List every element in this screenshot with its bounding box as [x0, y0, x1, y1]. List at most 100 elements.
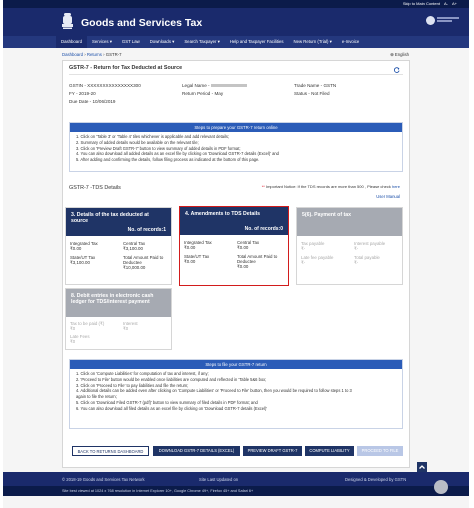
field-value: ₹3,100.00 — [70, 260, 90, 266]
nav-dashboard[interactable]: Dashboard — [56, 36, 88, 48]
field-value: ₹- — [354, 246, 359, 252]
tile-tds-details[interactable]: 3. Details of the tax deducted at source… — [65, 207, 172, 285]
breadcrumb-returns[interactable]: Returns — [87, 52, 102, 57]
important-notice: ** Important Notice: If the TDS records … — [261, 184, 400, 189]
top-utility-bar: Skip to Main Content A- A+ — [3, 0, 469, 8]
gstin-label: GSTIN - — [69, 83, 86, 88]
language-label: English — [394, 52, 409, 57]
field-value: ₹0 — [70, 339, 76, 345]
user-avatar-icon[interactable] — [426, 16, 435, 25]
national-emblem-icon — [62, 13, 73, 29]
tile-payment-of-tax: 5(6). Payment of tax Tax payable ₹- Inter… — [296, 207, 403, 285]
nav-services[interactable]: Services ▾ — [87, 36, 117, 48]
notice-text: Important Notice: If the TDS records are… — [265, 184, 391, 189]
field-label: Interest payable — [354, 241, 386, 246]
font-decrease-button[interactable]: A- — [444, 1, 448, 6]
status-value: Not Filed — [311, 91, 330, 96]
trade-name-label: Trade Name - — [294, 83, 323, 88]
prepare-steps-box: Steps to prepare your GSTR-7 return onli… — [69, 122, 403, 172]
page-title: GSTR-7 - Return for Tax Deducted at Sour… — [69, 65, 183, 71]
tile-title: 5(6). Payment of tax — [302, 212, 352, 218]
return-period-value: May — [214, 91, 224, 96]
proceed-to-file-button: PROCEED TO FILE — [357, 446, 403, 456]
nav-help[interactable]: Help and Taxpayer Facilities — [225, 36, 289, 48]
breadcrumb-separator: › — [103, 52, 105, 57]
tile-title: 8. Debit entries in electronic cash ledg… — [71, 293, 154, 306]
field-label: Total Amount Paid to Deductee — [123, 255, 164, 266]
field-value: ₹0.00 — [184, 259, 196, 265]
user-manual-link[interactable]: User Manual — [376, 194, 400, 199]
chevron-up-icon — [419, 465, 425, 469]
site-header: Goods and Services Tax — [3, 8, 469, 36]
footer-browser-note: Site best viewed at 1024 x 768 resolutio… — [3, 486, 469, 496]
nav-e-invoice[interactable]: e-Invoice — [337, 36, 364, 48]
field-value: ₹3,100.00 — [123, 246, 143, 252]
field-value: ₹0 — [123, 326, 129, 332]
notice-here-link[interactable]: here — [392, 184, 400, 189]
user-name-redacted[interactable] — [437, 17, 459, 23]
breadcrumb-current: GSTR-7 — [105, 52, 122, 57]
status-label: Status - — [294, 91, 310, 96]
field-value: ₹0 — [70, 326, 76, 332]
tds-details-title: GSTR-7 -TDS Details — [69, 185, 121, 191]
file-steps-box: Steps to file your GSTR-7 return 1. Clic… — [69, 359, 403, 429]
back-to-top-button[interactable] — [417, 462, 427, 472]
tile-title: 3. Details of the tax deducted at source — [71, 212, 149, 225]
language-selector[interactable]: ⊕ English — [390, 52, 409, 58]
site-title[interactable]: Goods and Services Tax — [81, 17, 202, 29]
divider — [69, 74, 403, 75]
font-increase-button[interactable]: A+ — [452, 1, 457, 6]
nav-search-taxpayer[interactable]: Search Taxpayer ▾ — [179, 36, 225, 48]
compute-liability-button[interactable]: COMPUTE LIABILITY — [305, 446, 354, 456]
file-step: 6. You can also download all filed detai… — [76, 405, 268, 411]
preview-draft-button[interactable]: PREVIEW DRAFT GSTR-7 — [243, 446, 302, 456]
fy-value: 2019-20 — [78, 91, 96, 96]
prepare-step: 5. After adding and confirming the detai… — [76, 157, 260, 163]
field-value: ₹10,000.00 — [123, 265, 146, 271]
field-value: ₹- — [301, 246, 306, 252]
gstr7-page: Skip to Main Content A- A+ Goods and Ser… — [3, 0, 469, 508]
back-to-dashboard-button[interactable]: BACK TO RETURNS DASHBOARD — [72, 446, 149, 456]
footer: © 2018-19 Goods and Services Tax Network… — [3, 472, 469, 486]
due-date-label: Due Date - — [69, 99, 92, 104]
chat-help-icon[interactable] — [434, 480, 448, 494]
globe-icon: ⊕ — [390, 52, 394, 57]
download-excel-button[interactable]: DOWNLOAD GSTR-7 DETAILS (EXCEL) — [153, 446, 240, 456]
refresh-icon[interactable] — [394, 67, 400, 73]
breadcrumb-separator: › — [84, 52, 86, 57]
breadcrumb: Dashboard › Returns › GSTR-7 — [62, 52, 122, 57]
breadcrumb-row: Dashboard › Returns › GSTR-7 ⊕ English — [3, 50, 469, 59]
trade-name-value: GSTN — [323, 83, 337, 88]
tile-records: No. of records:0 — [244, 226, 283, 232]
field-value: ₹0.00 — [184, 245, 196, 251]
field-value: ₹0.00 — [70, 246, 82, 252]
designed-by-text: Designed & Developed by GSTN — [345, 477, 407, 482]
tile-title: 4. Amendments to TDS Details — [185, 211, 261, 217]
nav-downloads[interactable]: Downloads ▾ — [145, 36, 180, 48]
field-label: Total Amount Paid to Deductee — [237, 254, 278, 265]
file-steps-heading: Steps to file your GSTR-7 return — [70, 360, 402, 369]
breadcrumb-dashboard[interactable]: Dashboard — [62, 52, 83, 57]
field-value: ₹- — [301, 260, 306, 266]
legal-name-redacted — [210, 84, 247, 88]
nav-new-return[interactable]: New Return (Trial) ▾ — [289, 36, 337, 48]
file-step: 4. Additional details can be added even … — [76, 388, 352, 394]
site-updated-text: Site Last Updated on — [199, 477, 239, 482]
prepare-steps-heading: Steps to prepare your GSTR-7 return onli… — [70, 123, 402, 132]
due-date-value: 10/06/2019 — [92, 99, 116, 104]
gstin-value: XXXXXXXXXXXXXXX300 — [87, 83, 141, 88]
field-label: Late fee payable — [301, 255, 334, 260]
field-value: ₹0.00 — [237, 245, 249, 251]
field-value: ₹- — [354, 260, 359, 266]
tile-amendments-tds[interactable]: 4. Amendments to TDS Details No. of reco… — [179, 206, 289, 286]
field-value: ₹0.00 — [237, 264, 249, 270]
fy-label: FY - — [69, 91, 78, 96]
copyright-text: © 2018-19 Goods and Services Tax Network — [62, 477, 145, 482]
nav-gst-law[interactable]: GST Law — [117, 36, 145, 48]
legal-name-label: Legal Name - — [182, 83, 210, 88]
main-nav: Dashboard Services ▾ GST Law Downloads ▾… — [3, 36, 469, 48]
tile-records: No. of records:1 — [127, 227, 166, 233]
return-period-label: Return Period - — [182, 91, 214, 96]
browser-note-text: Site best viewed at 1024 x 768 resolutio… — [62, 489, 254, 493]
skip-to-content-link[interactable]: Skip to Main Content — [403, 1, 440, 6]
